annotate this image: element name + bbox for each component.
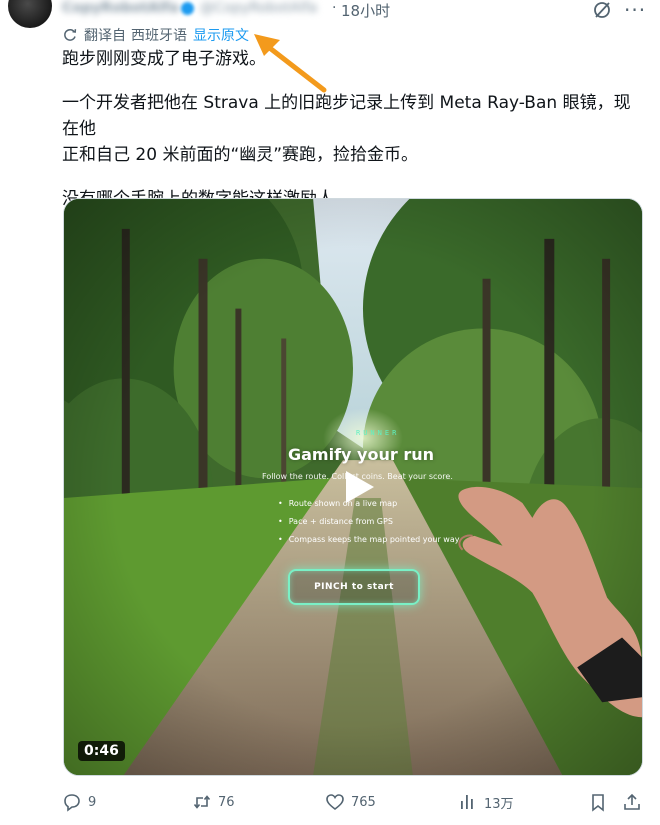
show-original-link[interactable]: 显示原文 bbox=[193, 25, 249, 45]
views-count: 13万 bbox=[484, 796, 514, 812]
tweet-line-2: 一个开发者把他在 Strava 上的旧跑步记录上传到 Meta Ray-Ban … bbox=[62, 93, 631, 139]
post-time[interactable]: 18小时 bbox=[341, 0, 390, 21]
tweet-text: 跑步刚刚变成了电子游戏。 一个开发者把他在 Strava 上的旧跑步记录上传到 … bbox=[62, 46, 647, 212]
translation-notice: 翻译自 西班牙语 显示原文 bbox=[62, 25, 249, 45]
video-player[interactable]: RUNNER Gamify your run Follow the route.… bbox=[63, 198, 643, 776]
translated-from-label: 翻译自 bbox=[84, 28, 126, 44]
more-options-icon[interactable]: ··· bbox=[624, 0, 646, 22]
pinch-to-start-button: PINCH to start bbox=[288, 569, 420, 605]
bookmark-button[interactable] bbox=[588, 792, 608, 812]
tweet-line-1: 跑步刚刚变成了电子游戏。 bbox=[62, 49, 266, 69]
translate-icon bbox=[64, 28, 77, 41]
retweet-icon bbox=[193, 795, 211, 809]
tweet-action-bar: 9 76 765 13万 bbox=[62, 792, 647, 816]
retweet-count: 76 bbox=[218, 794, 235, 810]
like-count: 765 bbox=[351, 794, 376, 810]
author-name[interactable]: CopyRobotAlfa bbox=[62, 0, 179, 16]
like-button[interactable]: 765 bbox=[325, 792, 376, 812]
bookmark-icon bbox=[592, 794, 604, 812]
reply-count: 9 bbox=[88, 794, 97, 810]
hud-feature-item: Compass keeps the map pointed your way bbox=[278, 535, 460, 553]
reply-button[interactable]: 9 bbox=[62, 792, 96, 812]
hud-kicker: RUNNER bbox=[356, 429, 400, 437]
views-icon bbox=[461, 795, 473, 809]
heart-icon bbox=[326, 794, 344, 811]
tweet-line-3: 正和自己 20 米前面的“幽灵”赛跑，捡拾金币。 bbox=[62, 145, 419, 165]
author-handle[interactable]: @CopyRobotAlfa bbox=[200, 0, 317, 16]
play-icon[interactable] bbox=[326, 457, 386, 517]
share-button[interactable] bbox=[622, 792, 642, 812]
grok-icon[interactable] bbox=[592, 0, 612, 20]
reply-icon bbox=[64, 794, 80, 812]
verified-badge-icon bbox=[181, 2, 194, 15]
source-language: 西班牙语 bbox=[131, 28, 187, 44]
header-separator: · bbox=[332, 0, 337, 16]
share-icon bbox=[624, 793, 640, 810]
views-button[interactable]: 13万 bbox=[458, 792, 514, 812]
retweet-button[interactable]: 76 bbox=[192, 792, 235, 812]
author-avatar[interactable] bbox=[8, 0, 52, 28]
hud-feature-item: Pace + distance from GPS bbox=[278, 517, 459, 535]
video-duration: 0:46 bbox=[78, 741, 125, 761]
